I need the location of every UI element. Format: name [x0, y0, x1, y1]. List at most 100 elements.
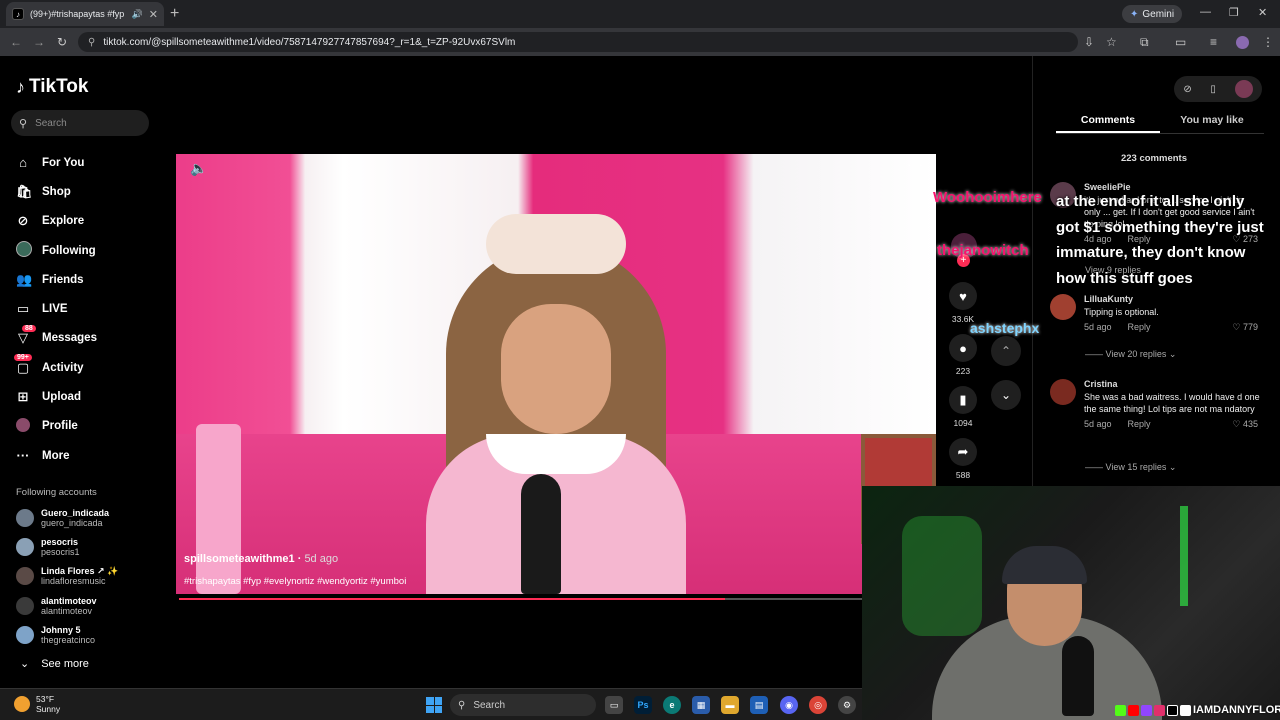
bookmark-star-icon[interactable]: ☆: [1106, 35, 1117, 49]
reply-button[interactable]: Reply: [1128, 322, 1151, 332]
sidebar-item-profile[interactable]: Profile: [16, 412, 156, 441]
tiktok-logo[interactable]: ♪ TikTok: [16, 76, 88, 98]
sidebar-item-explore[interactable]: ⊘ Explore: [16, 207, 156, 236]
nav-label: Friends: [42, 273, 84, 286]
weather-widget[interactable]: 53°F Sunny: [14, 694, 60, 714]
comment-age: 5d ago: [1084, 419, 1112, 429]
comment-like-button[interactable]: ♡ 779: [1232, 322, 1258, 333]
comment-button[interactable]: ● 223: [949, 334, 977, 376]
edge-icon[interactable]: e: [663, 696, 681, 714]
file-explorer-task-icon[interactable]: ▭: [605, 696, 623, 714]
store-icon[interactable]: ▦: [692, 696, 710, 714]
minimize-window-icon[interactable]: —: [1200, 6, 1211, 18]
address-bar[interactable]: ⚲ tiktok.com/@spillsometeawithme1/video/…: [78, 32, 1078, 52]
avatar: [16, 508, 34, 527]
tab-comments[interactable]: Comments: [1056, 114, 1160, 133]
like-button[interactable]: ♥ 33.6K: [949, 282, 977, 324]
following-account[interactable]: alantimoteov alantimoteov: [16, 591, 156, 620]
account-name: Linda Flores ↗ ✨: [41, 566, 119, 577]
device-icon[interactable]: ▯: [1210, 84, 1216, 95]
forward-arrow-icon[interactable]: →: [33, 35, 45, 49]
weather-condition: Sunny: [36, 704, 61, 714]
cast-icon[interactable]: ▭: [1175, 35, 1186, 49]
scene-bow: [486, 214, 626, 274]
folder-icon[interactable]: ▬: [721, 696, 739, 714]
tab-audio-icon[interactable]: 🔊: [132, 9, 143, 20]
chrome-icon[interactable]: ◎: [809, 696, 827, 714]
avatar: [16, 538, 34, 557]
previous-video-button[interactable]: ⌃: [991, 336, 1021, 366]
app-icon[interactable]: ⚙: [838, 696, 856, 714]
view-replies-button[interactable]: —— View 15 replies ⌄: [1085, 462, 1176, 473]
windows-start-icon[interactable]: [426, 697, 442, 713]
sidebar-item-activity[interactable]: ▢ 99+ Activity: [14, 353, 156, 382]
photoshop-icon[interactable]: Ps: [634, 696, 652, 714]
save-button[interactable]: ▮ 1094: [949, 386, 977, 428]
video-player[interactable]: [176, 154, 936, 594]
install-app-icon[interactable]: ⇩: [1084, 35, 1094, 49]
sidebar-item-live[interactable]: ▭ LIVE: [16, 294, 156, 323]
video-author-line[interactable]: spillsometeawithme1 · 5d ago: [184, 553, 338, 565]
back-arrow-icon[interactable]: ←: [10, 35, 22, 49]
following-account[interactable]: Linda Flores ↗ ✨ lindafloresmusic: [16, 562, 156, 591]
overlay-chat-username: Woohooimhere: [933, 189, 1042, 206]
search-input[interactable]: [35, 117, 136, 129]
following-account[interactable]: Johnny 5 thegreatcinco: [16, 621, 156, 650]
comment-author[interactable]: LilluaKunty: [1084, 294, 1262, 304]
tab-you-may-like[interactable]: You may like: [1160, 114, 1264, 133]
browser-tab-tiktok[interactable]: ♪ (99+)#trishapaytas #fyp #e 🔊 ✕: [6, 2, 164, 26]
nav-label: Activity: [42, 361, 84, 374]
media-controls-icon[interactable]: ≡: [1210, 35, 1217, 49]
restore-window-icon[interactable]: ❐: [1229, 6, 1239, 19]
tab-close-icon[interactable]: ✕: [149, 8, 158, 21]
comment-author[interactable]: Cristina: [1084, 379, 1262, 389]
compass-icon[interactable]: ⊘: [1183, 84, 1191, 95]
tiktok-favicon-icon: ♪: [12, 8, 24, 20]
comment-like-button[interactable]: ♡ 435: [1232, 419, 1258, 430]
overlay-chat-username: thejanowitch: [937, 242, 1029, 259]
video-progress-bar[interactable]: [179, 598, 862, 600]
gemini-button[interactable]: ✦ Gemini: [1122, 5, 1183, 23]
sidebar-item-upload[interactable]: ⊞ Upload: [16, 382, 156, 411]
user-avatar[interactable]: [1234, 80, 1253, 98]
messages-badge: 88: [22, 324, 36, 332]
search-icon: ⚲: [458, 699, 466, 711]
next-video-button[interactable]: ⌄: [991, 380, 1021, 410]
avatar: [16, 567, 34, 586]
site-info-icon[interactable]: ⚲: [88, 37, 95, 48]
streamer-handle-text: IAMDANNYFLORES: [1193, 704, 1280, 716]
reload-icon[interactable]: ↻: [57, 35, 67, 49]
close-window-icon[interactable]: ✕: [1258, 6, 1267, 19]
following-account[interactable]: pesocris pesocris1: [16, 532, 156, 561]
account-name: Guero_indicada: [41, 507, 110, 518]
following-account[interactable]: Guero_indicada guero_indicada: [16, 503, 156, 532]
video-more-icon[interactable]: ···: [907, 156, 924, 172]
reply-button[interactable]: Reply: [1128, 419, 1151, 429]
volume-icon[interactable]: 🔈: [190, 160, 207, 177]
video-hashtags[interactable]: #trishapaytas #fyp #evelynortiz #wendyor…: [184, 576, 406, 587]
avatar[interactable]: [1050, 379, 1076, 405]
discord-icon[interactable]: ◉: [780, 696, 798, 714]
following-avatar-icon: [16, 241, 32, 260]
sidebar-item-more[interactable]: ··· More: [16, 441, 156, 470]
sidebar-item-shop[interactable]: 🛍 Shop: [16, 177, 156, 206]
sidebar-item-for-you[interactable]: ⌂ For You: [16, 148, 156, 177]
profile-avatar-icon: [16, 417, 30, 435]
see-more-button[interactable]: ⌄ See more: [20, 657, 89, 671]
search-box[interactable]: ⚲: [11, 110, 149, 136]
app-icon[interactable]: ▤: [750, 696, 768, 714]
sidebar-item-following[interactable]: Following: [16, 236, 156, 265]
share-button[interactable]: ➦ 588: [949, 438, 977, 480]
browser-menu-icon[interactable]: ⋮: [1262, 35, 1274, 49]
avatar: [16, 596, 34, 615]
new-tab-button[interactable]: +: [170, 5, 179, 23]
scene-collar: [486, 434, 626, 474]
sidebar-item-friends[interactable]: 👥 Friends: [16, 265, 156, 294]
avatar[interactable]: [1050, 294, 1076, 320]
video-author[interactable]: spillsometeawithme1: [184, 553, 295, 565]
extensions-icon[interactable]: ⧉: [1140, 35, 1149, 50]
browser-profile-avatar[interactable]: [1236, 36, 1249, 49]
taskbar-search[interactable]: ⚲ Search: [450, 694, 596, 716]
sidebar-item-messages[interactable]: ▽ 88 Messages: [16, 324, 156, 353]
view-replies-button[interactable]: —— View 20 replies ⌄: [1085, 349, 1176, 360]
